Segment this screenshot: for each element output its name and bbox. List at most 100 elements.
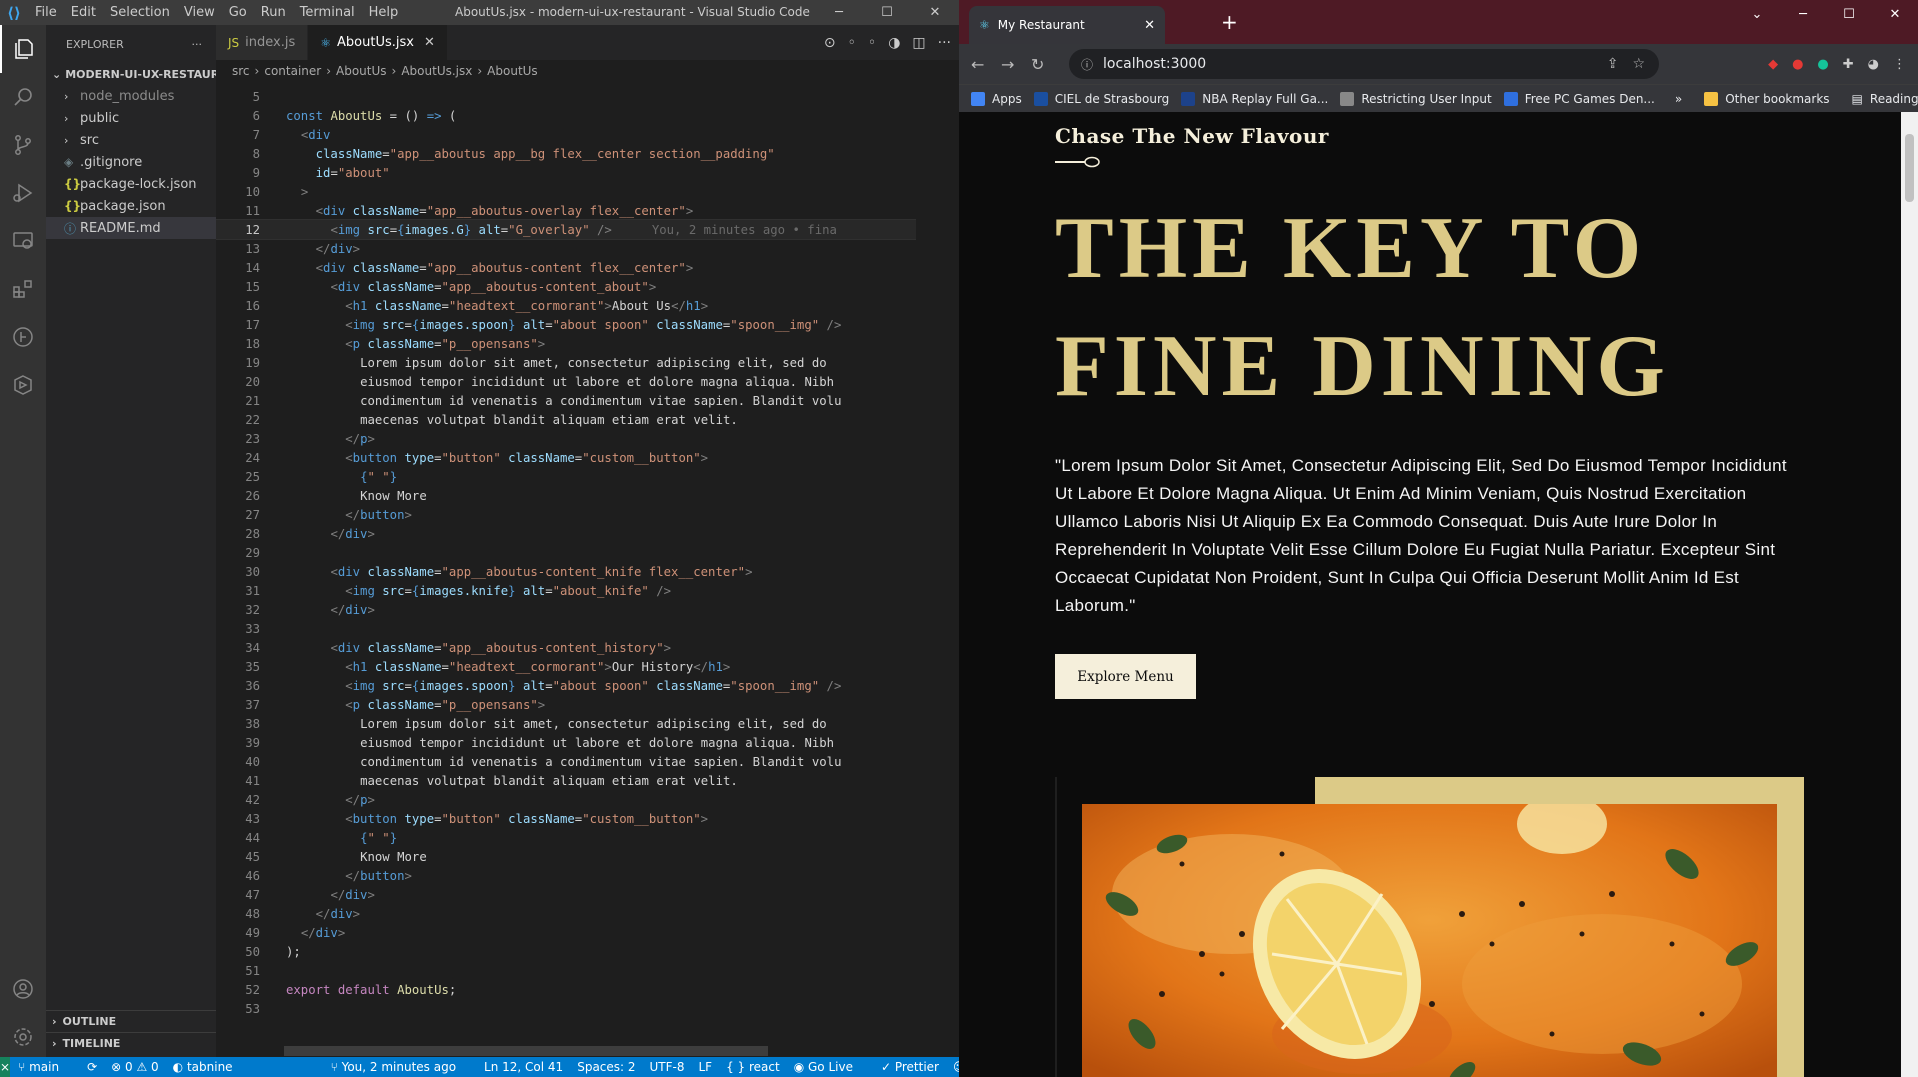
- code-line[interactable]: 13 </div>: [216, 239, 916, 258]
- code-line[interactable]: 34 <div className="app__aboutus-content_…: [216, 638, 916, 657]
- code-line[interactable]: 52 export default AboutUs;: [216, 980, 916, 999]
- code-editor[interactable]: 5 6 const AboutUs = () => (7 <div 8 classNa…: [216, 87, 916, 1062]
- extensions-icon[interactable]: [0, 265, 46, 313]
- code-line[interactable]: 47 </div>: [216, 885, 916, 904]
- manage-gear-icon[interactable]: [0, 1013, 46, 1061]
- menu-item-selection[interactable]: Selection: [103, 0, 177, 25]
- code-line[interactable]: 27 </button>: [216, 505, 916, 524]
- menu-item-run[interactable]: Run: [254, 0, 293, 25]
- close-icon[interactable]: ✕: [1872, 7, 1918, 22]
- branch-status[interactable]: ⑂ main: [18, 1060, 73, 1074]
- code-line[interactable]: 40 condimentum id venenatis a condimentu…: [216, 752, 916, 771]
- extension-icon[interactable]: ●: [1792, 57, 1803, 72]
- split-editor-icon[interactable]: ◫: [912, 35, 925, 51]
- cursor-position[interactable]: Ln 12, Col 41: [484, 1060, 563, 1074]
- editor-tab[interactable]: ⚛ AboutUs.jsx ✕: [308, 25, 448, 60]
- bookmark-item[interactable]: CIEL de Strasbourg: [1033, 91, 1169, 106]
- minimize-icon[interactable]: ─: [1780, 7, 1826, 22]
- menu-item-help[interactable]: Help: [362, 0, 406, 25]
- page-scrollbar-thumb[interactable]: [1905, 134, 1914, 202]
- encoding[interactable]: UTF-8: [650, 1060, 685, 1074]
- code-line[interactable]: 18 <p className="p__opensans">: [216, 334, 916, 353]
- account-icon[interactable]: [0, 965, 46, 1013]
- site-info-icon[interactable]: ⓘ: [1081, 56, 1093, 73]
- code-line[interactable]: 50);: [216, 942, 916, 961]
- tree-item[interactable]: ◈ .gitignore: [46, 151, 216, 173]
- editor-tab[interactable]: JS index.js: [216, 25, 309, 60]
- breadcrumb-item[interactable]: AboutUs: [487, 64, 538, 78]
- next-change-icon[interactable]: ◦: [868, 35, 876, 51]
- code-line[interactable]: 42 </p>: [216, 790, 916, 809]
- containers-icon[interactable]: [0, 361, 46, 409]
- menu-item-edit[interactable]: Edit: [64, 0, 103, 25]
- code-line[interactable]: 23 </p>: [216, 429, 916, 448]
- puzzle-extensions-icon[interactable]: ✚: [1843, 57, 1854, 72]
- explorer-icon[interactable]: [0, 25, 46, 73]
- tree-item[interactable]: {} package.json: [46, 195, 216, 217]
- code-line[interactable]: 16 <h1 className="headtext__cormorant">A…: [216, 296, 916, 315]
- browser-tab[interactable]: ⚛ My Restaurant ✕: [969, 6, 1165, 44]
- project-folder[interactable]: ⌄ MODERN-UI-UX-RESTAUR...: [46, 63, 216, 85]
- git-blame-status[interactable]: ⑂ You, 2 minutes ago: [331, 1060, 470, 1074]
- code-line[interactable]: 32 </div>: [216, 600, 916, 619]
- code-line[interactable]: 43 <button type="button" className="cust…: [216, 809, 916, 828]
- bookmark-item[interactable]: Free PC Games Den...: [1503, 91, 1655, 106]
- outline-section[interactable]: › OUTLINE: [46, 1010, 216, 1032]
- code-line[interactable]: 45 Know More: [216, 847, 916, 866]
- code-line[interactable]: 26 Know More: [216, 486, 916, 505]
- other-bookmarks[interactable]: Other bookmarks: [1704, 91, 1830, 106]
- close-icon[interactable]: ✕: [911, 0, 959, 25]
- code-line[interactable]: 51: [216, 961, 916, 980]
- tree-item[interactable]: › node_modules: [46, 85, 216, 107]
- more-bookmarks-icon[interactable]: »: [1675, 92, 1682, 106]
- bookmark-item[interactable]: Restricting User Input: [1340, 91, 1492, 106]
- grammarly-icon[interactable]: ●: [1817, 57, 1828, 72]
- code-line[interactable]: 17 <img src={images.spoon} alt="about sp…: [216, 315, 916, 334]
- code-line[interactable]: 36 <img src={images.spoon} alt="about sp…: [216, 676, 916, 695]
- page-scrollbar[interactable]: [1901, 112, 1918, 1077]
- tab-search-icon[interactable]: ⌄: [1734, 7, 1780, 22]
- share-icon[interactable]: ⇪: [1607, 56, 1619, 72]
- tree-item[interactable]: ⓘ README.md: [46, 217, 216, 239]
- code-line[interactable]: 31 <img src={images.knife} alt="about_kn…: [216, 581, 916, 600]
- bookmark-star-icon[interactable]: ☆: [1632, 56, 1645, 72]
- tabnine-status[interactable]: ◐ tabnine: [173, 1060, 247, 1074]
- breadcrumb-item[interactable]: AboutUs.jsx: [401, 64, 472, 78]
- search-icon[interactable]: [0, 73, 46, 121]
- reload-icon[interactable]: ↻: [1031, 55, 1061, 74]
- address-bar[interactable]: ⓘ localhost:3000 ⇪ ☆: [1069, 49, 1659, 79]
- code-line[interactable]: 39 eiusmod tempor incididunt ut labore e…: [216, 733, 916, 752]
- profile-avatar-icon[interactable]: ◕: [1868, 57, 1879, 72]
- code-line[interactable]: 49 </div>: [216, 923, 916, 942]
- ublock-icon[interactable]: ◆: [1768, 57, 1778, 72]
- reading-list[interactable]: ▤ Reading list: [1852, 92, 1918, 106]
- code-line[interactable]: 7 <div: [216, 125, 916, 144]
- code-line[interactable]: 29: [216, 543, 916, 562]
- git-graph-icon[interactable]: [0, 313, 46, 361]
- code-line[interactable]: 11 <div className="app__aboutus-overlay …: [216, 201, 916, 220]
- remote-icon[interactable]: ⨯: [0, 1057, 11, 1077]
- maximize-icon[interactable]: ☐: [863, 0, 911, 25]
- remote-explorer-icon[interactable]: [0, 217, 46, 265]
- forward-icon[interactable]: →: [1001, 55, 1031, 74]
- compare-icon[interactable]: ⊙: [824, 35, 836, 51]
- code-line[interactable]: 28 </div>: [216, 524, 916, 543]
- timeline-section[interactable]: › TIMELINE: [46, 1032, 216, 1054]
- code-line[interactable]: 33: [216, 619, 916, 638]
- source-control-icon[interactable]: [0, 121, 46, 169]
- code-line[interactable]: 30 <div className="app__aboutus-content_…: [216, 562, 916, 581]
- new-tab-icon[interactable]: +: [1221, 10, 1238, 34]
- indentation[interactable]: Spaces: 2: [577, 1060, 635, 1074]
- menu-item-terminal[interactable]: Terminal: [293, 0, 362, 25]
- back-icon[interactable]: ←: [971, 55, 1001, 74]
- code-line[interactable]: 19 Lorem ipsum dolor sit amet, consectet…: [216, 353, 916, 372]
- go-live-status[interactable]: ◉ Go Live: [794, 1060, 867, 1074]
- breadcrumb-item[interactable]: container: [264, 64, 321, 78]
- code-line[interactable]: 10 >: [216, 182, 916, 201]
- menu-item-file[interactable]: File: [28, 0, 64, 25]
- end-of-line[interactable]: LF: [699, 1060, 713, 1074]
- code-line[interactable]: 12 <img src={images.G} alt="G_overlay" /…: [216, 219, 916, 240]
- explore-menu-button[interactable]: Explore Menu: [1055, 654, 1196, 699]
- more-icon[interactable]: ···: [938, 35, 951, 51]
- breadcrumb-item[interactable]: AboutUs: [336, 64, 387, 78]
